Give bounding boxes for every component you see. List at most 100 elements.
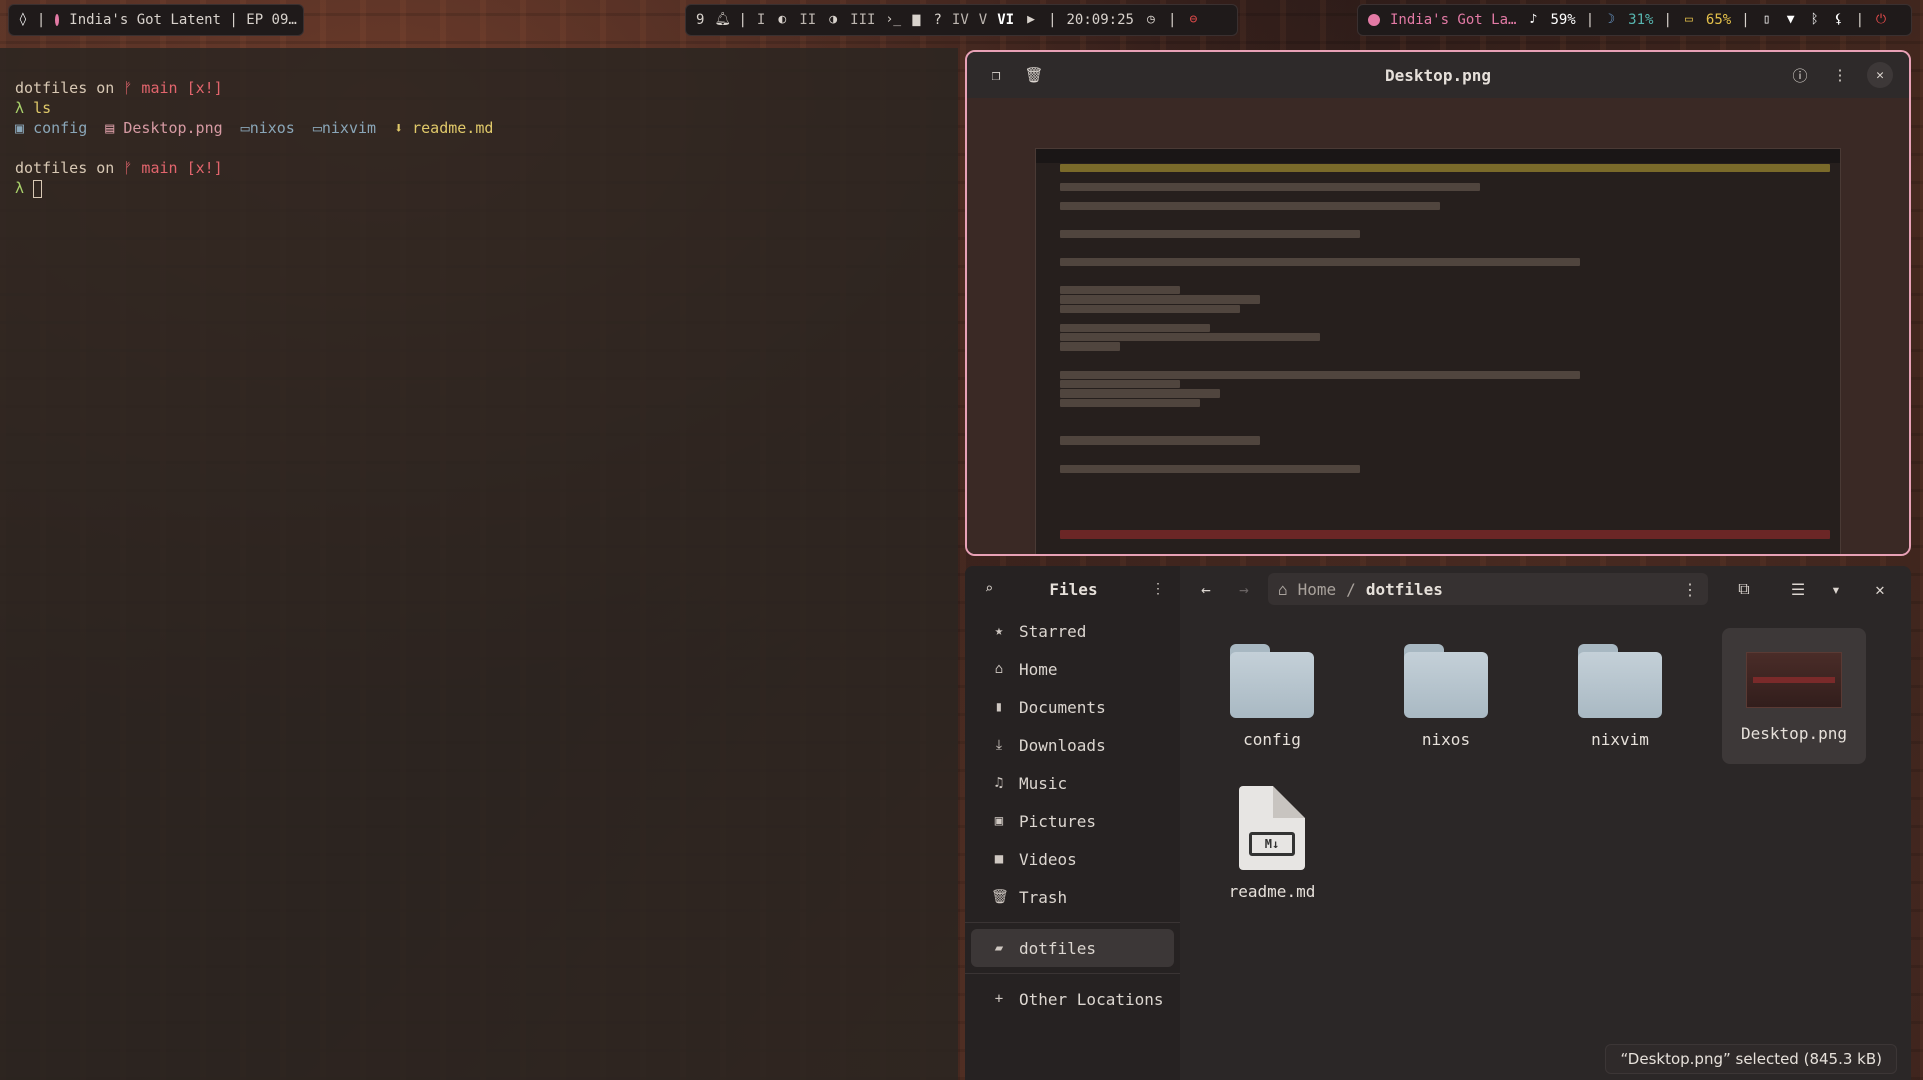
preview-line xyxy=(1060,201,1440,210)
sidebar-item-videos[interactable]: ■ Videos xyxy=(971,840,1174,878)
file-item-desktop-png[interactable]: Desktop.png xyxy=(1722,628,1866,764)
bell-icon[interactable]: 🔔︎ xyxy=(714,13,731,27)
forward-arrow-icon[interactable]: → xyxy=(1230,575,1258,603)
music-icon: ♫ xyxy=(994,775,1004,791)
path-bar[interactable]: ⌂ Home / dotfiles ⋮ xyxy=(1268,573,1708,605)
copy-icon[interactable]: ❐ xyxy=(983,62,1009,88)
file-item-config[interactable]: config xyxy=(1200,628,1344,764)
preview-line xyxy=(1060,436,1260,445)
chevron-down-icon[interactable]: ▾ xyxy=(1822,575,1850,603)
usb-icon[interactable]: ⚸ xyxy=(1832,13,1846,27)
workspace-2[interactable]: II xyxy=(799,12,816,28)
youtube-icon: ▶ xyxy=(1027,12,1035,27)
clock: 20:09:25 xyxy=(1066,12,1134,28)
separator: | xyxy=(1855,12,1865,28)
file-item-nixos[interactable]: nixos xyxy=(1374,628,1518,764)
tray-icon[interactable]: ▯ xyxy=(1760,13,1774,27)
sidebar-item-home[interactable]: ⌂ Home xyxy=(971,650,1174,688)
preview-line xyxy=(1060,342,1120,351)
back-arrow-icon[interactable]: ← xyxy=(1192,575,1220,603)
picture-icon: ▣ xyxy=(994,813,1004,829)
folder-icon: ▭ xyxy=(312,119,322,137)
preview-line xyxy=(1060,389,1220,398)
terminal-icon: ›_ xyxy=(885,12,902,27)
sidebar-item-music[interactable]: ♫ Music xyxy=(971,764,1174,802)
record-icon[interactable]: ⊖ xyxy=(1186,13,1200,27)
power-icon[interactable]: ⏻ xyxy=(1874,13,1888,27)
volume-value[interactable]: 59% xyxy=(1550,12,1575,28)
git-status: [x!] xyxy=(186,159,223,177)
sidebar-item-pictures[interactable]: ▣ Pictures xyxy=(971,802,1174,840)
view-list-icon[interactable]: ☰ xyxy=(1784,575,1812,603)
file-item-readme[interactable]: M↓ readme.md xyxy=(1200,778,1344,914)
preview-line xyxy=(1060,304,1240,314)
breadcrumb-home[interactable]: Home xyxy=(1298,580,1337,599)
sidebar-item-label: Home xyxy=(1019,659,1058,679)
workspace-1[interactable]: I xyxy=(757,12,765,28)
preview-line xyxy=(1060,182,1480,192)
sidebar-item-starred[interactable]: ★ Starred xyxy=(971,612,1174,650)
preview-line xyxy=(1060,370,1580,379)
sidebar-item-other-locations[interactable]: + Other Locations xyxy=(971,980,1174,1018)
sidebar-item-label: Videos xyxy=(1019,849,1077,869)
terminal-window[interactable]: dotfiles on ᚠ main [x!] λ ls ▣ config ▤ D… xyxy=(0,48,958,1080)
folder-icon: ▣ xyxy=(15,119,25,137)
separator: | xyxy=(1167,12,1177,28)
sidebar-item-documents[interactable]: ▮ Documents xyxy=(971,688,1174,726)
image-file-icon: ▤ xyxy=(105,119,115,137)
sidebar-item-dotfiles[interactable]: ▰ dotfiles xyxy=(971,929,1174,967)
workspace-4[interactable]: IV xyxy=(952,12,969,28)
kebab-menu-icon[interactable]: ⋮ xyxy=(1682,580,1698,599)
markdown-badge: M↓ xyxy=(1249,832,1295,856)
workspace-5[interactable]: V xyxy=(979,12,987,28)
input-line[interactable]: λ xyxy=(15,178,958,198)
info-icon[interactable]: ⓘ xyxy=(1787,62,1813,88)
sidebar-item-downloads[interactable]: ⤓ Downloads xyxy=(971,726,1174,764)
drop-icon[interactable]: ◊ xyxy=(19,13,27,27)
close-icon[interactable]: ✕ xyxy=(1867,62,1893,88)
sidebar-item-label: Music xyxy=(1019,773,1068,793)
search-icon[interactable]: ⌕ xyxy=(981,581,997,597)
sidebar-item-label: Pictures xyxy=(1019,811,1097,831)
command-text: ls xyxy=(33,99,52,117)
separator: | xyxy=(1663,12,1672,28)
star-icon: ★ xyxy=(994,623,1004,639)
sidebar-item-trash[interactable]: 🗑︎ Trash xyxy=(971,878,1174,916)
folder-icon xyxy=(1230,644,1314,718)
media-title[interactable]: India's Got La… xyxy=(1390,12,1516,28)
separator: | xyxy=(1048,12,1057,28)
home-icon: ⌂ xyxy=(994,661,1004,677)
git-status: [x!] xyxy=(186,79,223,97)
preview-line xyxy=(1060,229,1360,239)
kebab-menu-icon[interactable]: ⋮ xyxy=(1827,62,1853,88)
wifi-icon[interactable]: ▼ xyxy=(1784,13,1798,27)
file-item-nixvim[interactable]: nixvim xyxy=(1548,628,1692,764)
breadcrumb-current[interactable]: dotfiles xyxy=(1366,580,1443,599)
new-folder-icon[interactable]: ⧉ xyxy=(1730,575,1758,603)
close-icon[interactable]: ✕ xyxy=(1866,575,1894,603)
workspace-6[interactable]: VI xyxy=(997,12,1014,28)
document-icon: ▮ xyxy=(994,699,1004,715)
workspace-3[interactable]: III xyxy=(850,12,875,28)
prompt-on: on xyxy=(96,159,115,177)
prompt-line: dotfiles on ᚠ main [x!] xyxy=(15,78,958,98)
prompt-directory: dotfiles xyxy=(15,79,88,97)
kebab-menu-icon[interactable]: ⋮ xyxy=(1150,581,1166,597)
sidebar-divider xyxy=(965,973,1180,974)
trash-icon[interactable]: 🗑︎ xyxy=(1021,62,1047,88)
git-branch: main xyxy=(141,159,178,177)
trash-icon: 🗑︎ xyxy=(991,889,1009,905)
brightness-value[interactable]: 31% xyxy=(1628,12,1653,28)
ls-entry: ▭nixos xyxy=(241,119,295,137)
preview-line xyxy=(1060,286,1180,295)
folder-icon xyxy=(1404,644,1488,718)
viewer-canvas[interactable] xyxy=(967,98,1909,554)
media-title[interactable]: India's Got Latent | EP 09… xyxy=(69,12,297,28)
viewer-title: Desktop.png xyxy=(1385,65,1491,85)
image-preview xyxy=(1035,148,1841,554)
plus-icon: + xyxy=(994,991,1004,1007)
sidebar-divider xyxy=(965,922,1180,923)
bluetooth-icon[interactable]: ᛒ xyxy=(1808,13,1822,27)
notification-count: 9 xyxy=(696,12,705,28)
sidebar-item-label: Downloads xyxy=(1019,735,1106,755)
